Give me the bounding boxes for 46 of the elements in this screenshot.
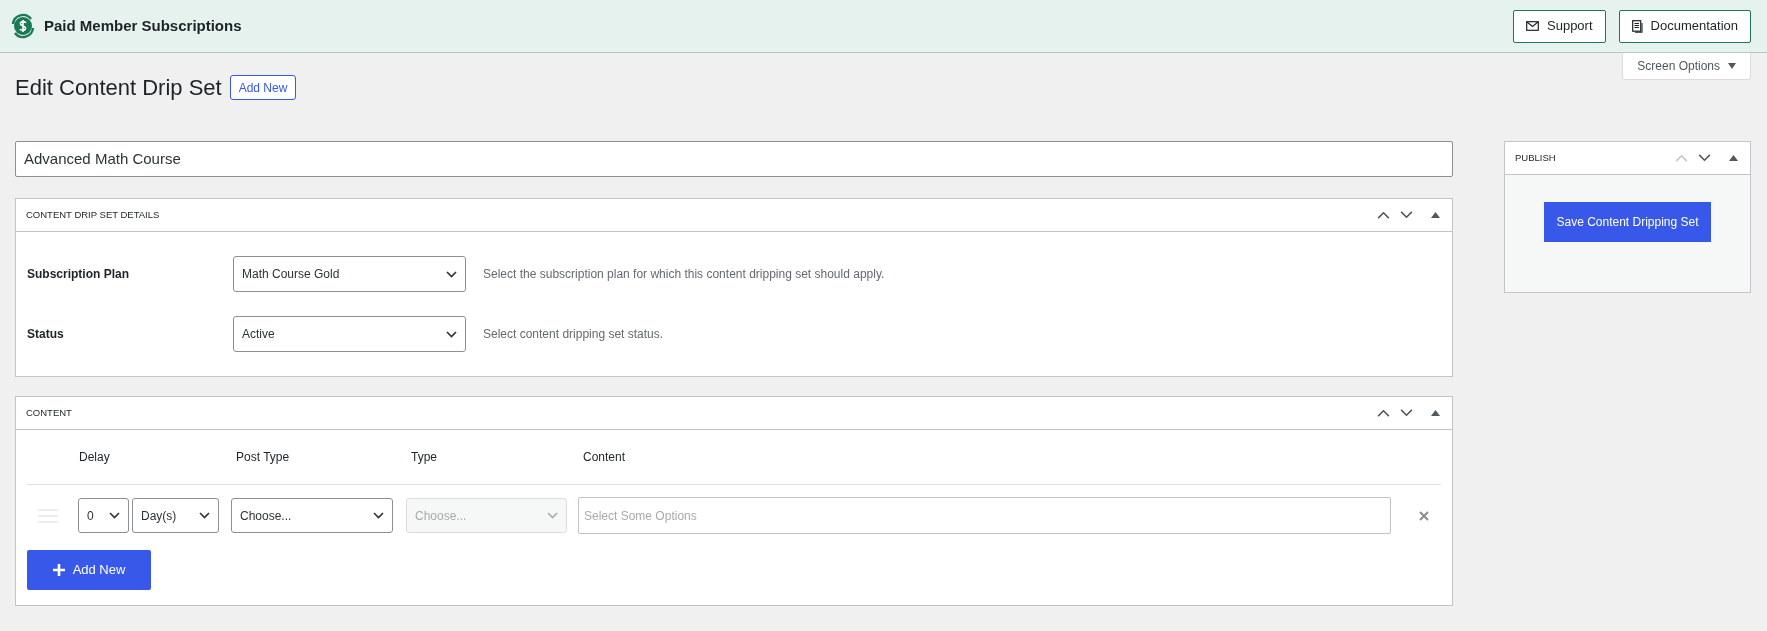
field-label: Subscription Plan <box>27 266 130 283</box>
envelope-icon <box>1526 21 1539 31</box>
select-field[interactable]: Day(s) <box>132 498 219 533</box>
chevron-down-icon[interactable] <box>1698 154 1711 162</box>
triangle-up-icon[interactable] <box>1431 212 1440 218</box>
column-header: Type <box>411 449 438 466</box>
dollar-refresh-logo-icon <box>10 13 36 39</box>
content-multiselect-field[interactable]: Select Some Options <box>578 497 1391 534</box>
chevron-up-icon[interactable] <box>1377 211 1390 219</box>
chevron-down-icon[interactable] <box>1400 409 1413 417</box>
triangle-up-icon[interactable] <box>1729 155 1738 161</box>
add-new-row-button[interactable]: Add New <box>27 550 151 590</box>
select-field[interactable]: Active <box>233 316 466 352</box>
document-icon <box>1631 19 1643 33</box>
close-icon[interactable] <box>1419 510 1429 521</box>
select-field[interactable]: Math Course Gold <box>233 256 466 292</box>
select-field[interactable]: Choose... <box>231 498 393 533</box>
app-title: Paid Member Subscriptions <box>44 15 243 36</box>
title-field[interactable]: Advanced Math Course <box>15 141 1453 177</box>
screen-options-tab[interactable]: Screen Options <box>1622 53 1751 80</box>
field-description: Select content dripping set status. <box>483 326 664 343</box>
caret-icon <box>109 512 120 519</box>
caret-icon <box>446 270 457 278</box>
save-button[interactable]: Save Content Dripping Set <box>1544 202 1711 242</box>
caret-icon <box>446 330 457 338</box>
page-title: Edit Content Drip Set <box>15 74 222 102</box>
field-description: Select the subscription plan for which this content dripping set should apply. <box>483 266 885 283</box>
column-header: Delay <box>79 449 111 466</box>
add-new-button[interactable]: Add New <box>229 75 297 100</box>
panel-title: CONTENT <box>26 405 73 420</box>
caret-icon <box>373 512 384 519</box>
header-button[interactable]: Documentation <box>1618 9 1751 43</box>
chevron-up-icon[interactable] <box>1377 409 1390 417</box>
panel-title: PUBLISH <box>1515 150 1557 165</box>
plus-icon <box>52 564 65 576</box>
triangle-down-icon <box>1728 63 1736 69</box>
field-label: Status <box>27 326 65 343</box>
header-button[interactable]: Support <box>1513 9 1606 43</box>
column-header: Content <box>583 449 626 466</box>
column-header: Post Type <box>236 449 291 466</box>
caret-icon <box>547 512 558 519</box>
panel-title: CONTENT DRIP SET DETAILS <box>26 207 161 222</box>
select-field[interactable]: 0 <box>78 498 129 533</box>
chevron-down-icon[interactable] <box>1400 211 1413 219</box>
triangle-up-icon[interactable] <box>1431 410 1440 416</box>
caret-icon <box>199 512 210 519</box>
